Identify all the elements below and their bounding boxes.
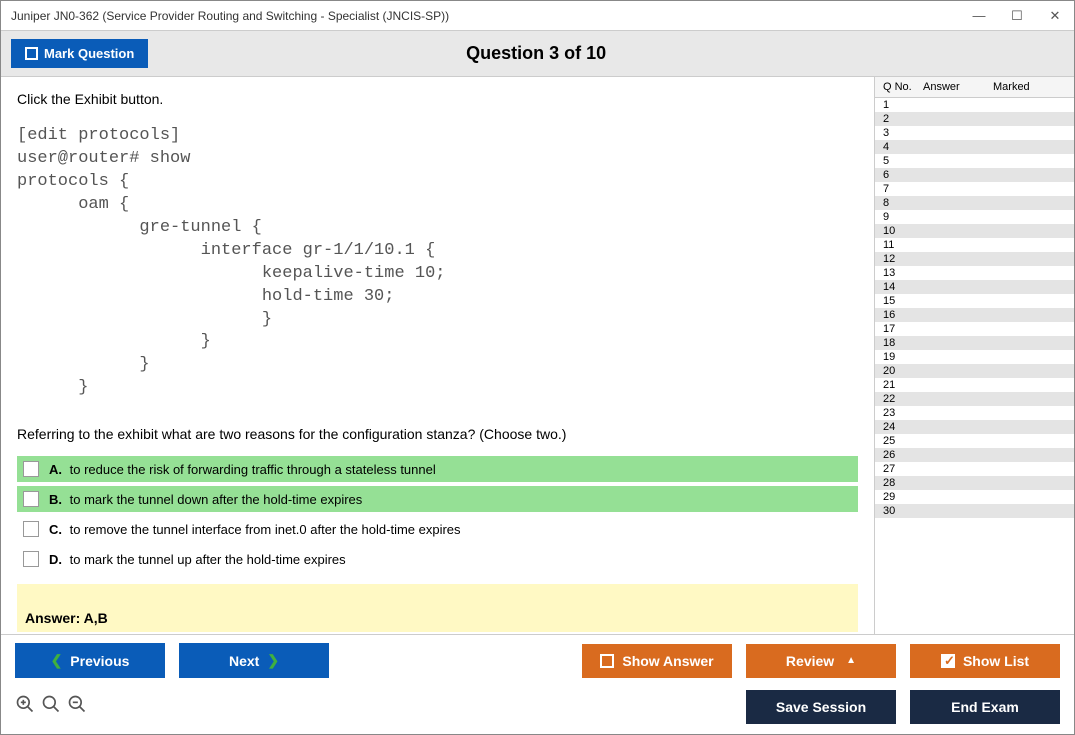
- question-counter: Question 3 of 10: [8, 43, 1064, 64]
- question-list-row[interactable]: 14: [875, 280, 1074, 294]
- option-checkbox[interactable]: [23, 551, 39, 567]
- question-list-row[interactable]: 15: [875, 294, 1074, 308]
- question-list-row[interactable]: 2: [875, 112, 1074, 126]
- window-controls: — ☐ ✕: [970, 7, 1064, 25]
- col-marked: Marked: [993, 81, 1074, 93]
- maximize-icon[interactable]: ☐: [1008, 7, 1026, 25]
- save-session-button[interactable]: Save Session: [746, 690, 896, 724]
- chevron-right-icon: ❯: [267, 652, 279, 669]
- show-answer-label: Show Answer: [622, 653, 713, 669]
- checkbox-icon: [600, 654, 614, 668]
- zoom-in-icon[interactable]: [41, 694, 61, 720]
- end-exam-button[interactable]: End Exam: [910, 690, 1060, 724]
- next-button[interactable]: Next ❯: [179, 643, 329, 678]
- question-list-row[interactable]: 24: [875, 420, 1074, 434]
- show-list-button[interactable]: Show List: [910, 644, 1060, 678]
- question-list-row[interactable]: 17: [875, 322, 1074, 336]
- question-list-row[interactable]: 4: [875, 140, 1074, 154]
- titlebar: Juniper JN0-362 (Service Provider Routin…: [1, 1, 1074, 31]
- previous-label: Previous: [70, 653, 129, 669]
- answer-bar: Answer: A,B: [17, 584, 858, 632]
- question-list-row[interactable]: 21: [875, 378, 1074, 392]
- question-list-row[interactable]: 3: [875, 126, 1074, 140]
- question-list-row[interactable]: 11: [875, 238, 1074, 252]
- option-text: A. to reduce the risk of forwarding traf…: [49, 462, 436, 477]
- question-list-row[interactable]: 26: [875, 448, 1074, 462]
- question-list-row[interactable]: 5: [875, 154, 1074, 168]
- question-list-row[interactable]: 18: [875, 336, 1074, 350]
- col-qno: Q No.: [883, 81, 923, 93]
- question-list-row[interactable]: 23: [875, 406, 1074, 420]
- col-answer: Answer: [923, 81, 993, 93]
- app-window: Juniper JN0-362 (Service Provider Routin…: [0, 0, 1075, 735]
- question-text: Referring to the exhibit what are two re…: [17, 426, 858, 442]
- header-bar: Mark Question Question 3 of 10: [1, 31, 1074, 77]
- option-checkbox[interactable]: [23, 461, 39, 477]
- options-list: A. to reduce the risk of forwarding traf…: [17, 456, 858, 572]
- minimize-icon[interactable]: —: [970, 7, 988, 25]
- question-list-panel: Q No. Answer Marked 12345678910111213141…: [874, 77, 1074, 634]
- close-icon[interactable]: ✕: [1046, 7, 1064, 25]
- option-row[interactable]: B. to mark the tunnel down after the hol…: [17, 486, 858, 512]
- option-row[interactable]: D. to mark the tunnel up after the hold-…: [17, 546, 858, 572]
- save-session-label: Save Session: [776, 699, 866, 715]
- button-row-1: ❮ Previous Next ❯ Show Answer Review ▲ S…: [1, 634, 1074, 686]
- zoom-controls: [15, 694, 87, 720]
- zoom-out-icon[interactable]: [67, 694, 87, 720]
- question-list-row[interactable]: 30: [875, 504, 1074, 518]
- next-label: Next: [229, 653, 259, 669]
- show-answer-button[interactable]: Show Answer: [582, 644, 732, 678]
- question-list-row[interactable]: 22: [875, 392, 1074, 406]
- content-area[interactable]: Click the Exhibit button. [edit protocol…: [1, 77, 874, 634]
- window-title: Juniper JN0-362 (Service Provider Routin…: [11, 9, 970, 23]
- question-list-row[interactable]: 19: [875, 350, 1074, 364]
- review-button[interactable]: Review ▲: [746, 644, 896, 678]
- exhibit-code: [edit protocols] user@router# show proto…: [17, 125, 858, 400]
- question-list-row[interactable]: 16: [875, 308, 1074, 322]
- question-list-row[interactable]: 7: [875, 182, 1074, 196]
- question-list-row[interactable]: 8: [875, 196, 1074, 210]
- question-list-row[interactable]: 25: [875, 434, 1074, 448]
- previous-button[interactable]: ❮ Previous: [15, 643, 165, 678]
- option-checkbox[interactable]: [23, 491, 39, 507]
- show-list-label: Show List: [963, 653, 1029, 669]
- question-list-row[interactable]: 20: [875, 364, 1074, 378]
- question-list-row[interactable]: 27: [875, 462, 1074, 476]
- question-list-row[interactable]: 29: [875, 490, 1074, 504]
- question-list-row[interactable]: 12: [875, 252, 1074, 266]
- checkbox-checked-icon: [941, 654, 955, 668]
- question-list-row[interactable]: 10: [875, 224, 1074, 238]
- review-label: Review: [786, 653, 834, 669]
- question-list-row[interactable]: 9: [875, 210, 1074, 224]
- chevron-left-icon: ❮: [51, 652, 63, 669]
- option-text: D. to mark the tunnel up after the hold-…: [49, 552, 346, 567]
- question-list-row[interactable]: 6: [875, 168, 1074, 182]
- button-row-2: Save Session End Exam: [1, 686, 1074, 734]
- instruction-text: Click the Exhibit button.: [17, 91, 858, 107]
- question-list-row[interactable]: 28: [875, 476, 1074, 490]
- option-checkbox[interactable]: [23, 521, 39, 537]
- option-text: B. to mark the tunnel down after the hol…: [49, 492, 362, 507]
- chevron-up-icon: ▲: [846, 655, 856, 666]
- option-text: C. to remove the tunnel interface from i…: [49, 522, 461, 537]
- question-list-row[interactable]: 1: [875, 98, 1074, 112]
- question-list-row[interactable]: 13: [875, 266, 1074, 280]
- question-list-header: Q No. Answer Marked: [875, 77, 1074, 98]
- main-body: Click the Exhibit button. [edit protocol…: [1, 77, 1074, 634]
- end-exam-label: End Exam: [951, 699, 1019, 715]
- zoom-reset-icon[interactable]: [15, 694, 35, 720]
- option-row[interactable]: A. to reduce the risk of forwarding traf…: [17, 456, 858, 482]
- option-row[interactable]: C. to remove the tunnel interface from i…: [17, 516, 858, 542]
- question-list[interactable]: 1234567891011121314151617181920212223242…: [875, 98, 1074, 634]
